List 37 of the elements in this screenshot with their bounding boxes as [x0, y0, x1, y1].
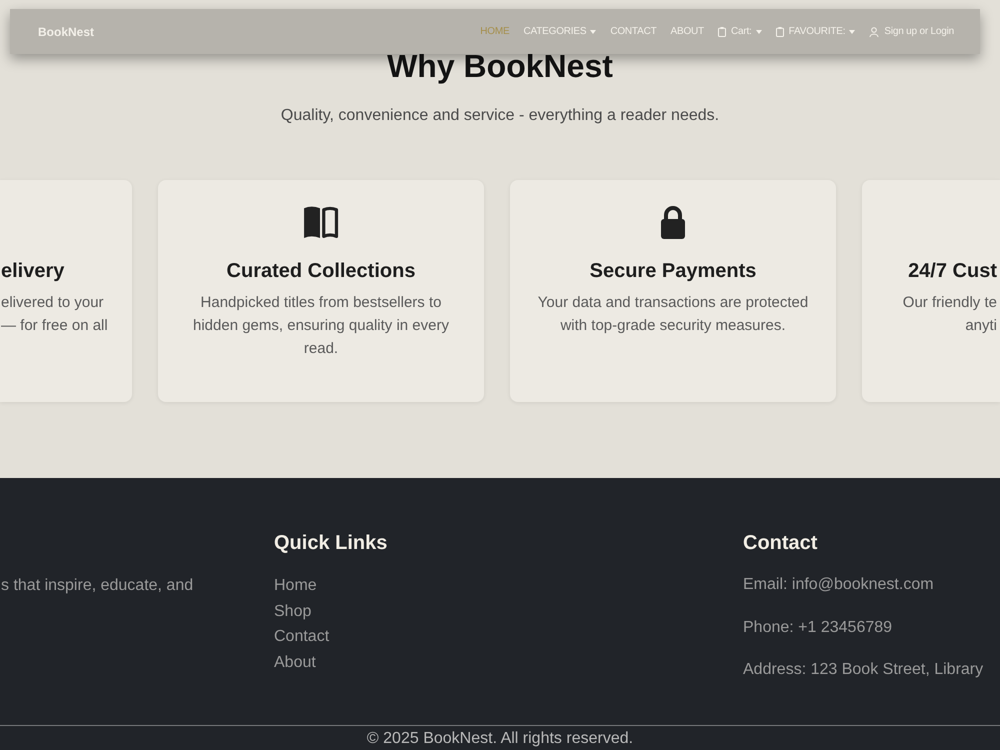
footer-link[interactable]: Home: [274, 573, 317, 598]
copyright-text: © 2025 BookNest. All rights reserved.: [366, 730, 634, 748]
clipboard-icon: [776, 26, 784, 36]
footer-text: s that inspire, educate, and: [1, 576, 194, 596]
caret-icon: [849, 30, 856, 34]
brand-logo[interactable]: BookNest: [38, 24, 94, 38]
nav-link[interactable]: HOME: [480, 26, 510, 37]
card-description: Handpicked titles from bestsellers to hidden gems, ensuring quality in every read.: [192, 293, 450, 359]
contact-info: Address: 123 Book Street, Library: [743, 660, 984, 680]
section-title: Why BookNest: [386, 47, 614, 85]
footer-link[interactable]: Contact: [274, 624, 330, 650]
footer-link[interactable]: Shop: [274, 598, 312, 624]
card-title: Secure Payments: [590, 259, 756, 284]
contact-info: Phone: +1 23456789: [743, 618, 892, 638]
contact-info: Email: info@booknest.com: [743, 575, 934, 595]
nav-dropdown[interactable]: CATEGORIES: [523, 26, 596, 37]
footer-link[interactable]: About: [274, 650, 316, 675]
book-icon: [302, 205, 340, 239]
card-description: Our friendly te anyti: [902, 293, 997, 336]
footer-heading: Contact: [743, 531, 818, 555]
login-link[interactable]: Sign up or Login: [869, 26, 954, 37]
section-subtitle: Quality, convenience and service - everything a reader needs.: [280, 106, 720, 126]
caret-icon: [590, 30, 596, 34]
nav-dropdown[interactable]: FAVOURITE:: [776, 26, 856, 37]
card-description: elivered to your — for free on all: [1, 293, 108, 336]
nav-dropdown[interactable]: Cart:: [718, 26, 762, 37]
caret-icon: [756, 30, 762, 34]
footer-heading: Quick Links: [274, 531, 388, 555]
clipboard-icon: [718, 26, 726, 36]
nav-link[interactable]: CONTACT: [610, 26, 657, 37]
card-title: elivery: [1, 259, 64, 284]
person-icon: [869, 26, 880, 36]
lock-icon: [660, 205, 686, 239]
card-title: 24/7 Cust: [908, 259, 997, 284]
card-title: Curated Collections: [226, 259, 416, 284]
card-description: Your data and transactions are protected with top-grade security measures.: [536, 293, 810, 336]
nav-link[interactable]: ABOUT: [670, 26, 704, 37]
